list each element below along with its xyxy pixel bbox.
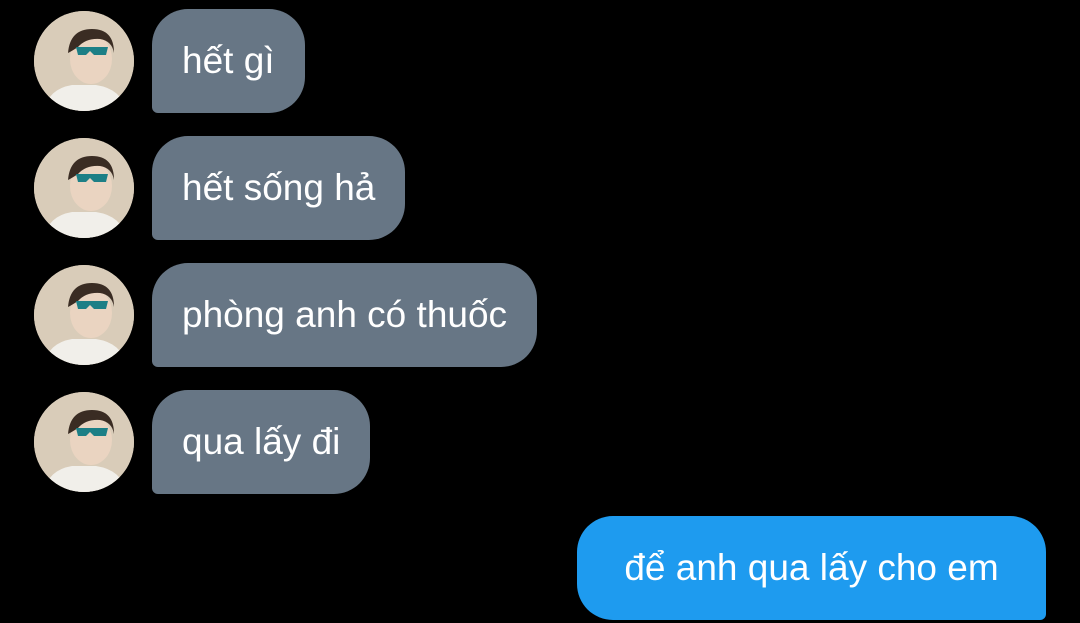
avatar[interactable] — [34, 11, 134, 111]
avatar-photo-icon — [34, 392, 134, 492]
incoming-message-bubble[interactable]: hết sống hả — [152, 136, 406, 240]
avatar[interactable] — [34, 138, 134, 238]
message-text: hết sống hả — [182, 167, 376, 208]
outgoing-message-bubble[interactable]: để anh qua lấy cho em — [577, 516, 1046, 620]
incoming-message-bubble[interactable]: phòng anh có thuốc — [152, 263, 538, 367]
avatar[interactable] — [34, 392, 134, 492]
avatar-photo-icon — [34, 265, 134, 365]
incoming-message-bubble[interactable]: hết gì — [152, 9, 305, 113]
avatar-photo-icon — [34, 138, 134, 238]
message-text: phòng anh có thuốc — [182, 294, 508, 335]
avatar[interactable] — [34, 265, 134, 365]
avatar-photo-icon — [34, 11, 134, 111]
message-text: hết gì — [182, 40, 275, 81]
message-text: qua lấy đi — [182, 421, 341, 462]
incoming-message-bubble[interactable]: qua lấy đi — [152, 390, 371, 494]
message-text: để anh qua lấy cho em — [624, 547, 999, 588]
